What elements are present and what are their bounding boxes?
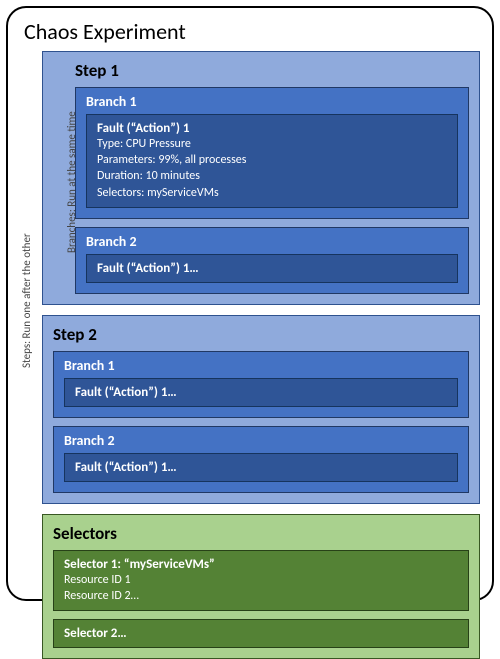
step-title: Step 2	[53, 322, 469, 351]
selector-resource: Resource ID 1	[64, 572, 458, 588]
fault-title: Fault (“Action”) 1	[97, 121, 447, 136]
step-1: Branches: Run at the same time Step 1 Br…	[42, 51, 480, 305]
branches-side-label: Branches: Run at the same time	[65, 72, 78, 292]
fault-title: Fault (“Action”) 1…	[75, 385, 447, 400]
experiment-title: Chaos Experiment	[20, 18, 480, 51]
branch-2: Branch 2 Fault (“Action”) 1…	[53, 426, 469, 493]
selectors-section: Selectors Selector 1: “myServiceVMs” Res…	[42, 514, 480, 659]
step-title: Step 1	[75, 58, 469, 87]
branch-title: Branch 2	[86, 233, 458, 254]
selector-title: Selector 1: “myServiceVMs”	[64, 557, 458, 572]
experiment-frame: Chaos Experiment Steps: Run one after th…	[6, 6, 494, 601]
selectors-title: Selectors	[53, 521, 469, 550]
steps-side-label: Steps: Run one after the other	[20, 201, 33, 401]
fault-selectors: Selectors: myServiceVMs	[97, 185, 447, 201]
branch-1: Branch 1 Fault (“Action”) 1 Type: CPU Pr…	[75, 87, 469, 219]
fault-box: Fault (“Action”) 1…	[64, 378, 458, 407]
selector-title: Selector 2…	[64, 626, 458, 641]
fault-parameters: Parameters: 99%, all processes	[97, 152, 447, 168]
selector-2: Selector 2…	[53, 619, 469, 648]
fault-box: Fault (“Action”) 1 Type: CPU Pressure Pa…	[86, 114, 458, 208]
selector-resource: Resource ID 2…	[64, 588, 458, 604]
fault-box: Fault (“Action”) 1…	[64, 453, 458, 482]
fault-duration: Duration: 10 minutes	[97, 168, 447, 184]
fault-title: Fault (“Action”) 1…	[75, 460, 447, 475]
branch-1: Branch 1 Fault (“Action”) 1…	[53, 351, 469, 418]
branch-title: Branch 1	[86, 93, 458, 114]
branch-title: Branch 1	[64, 357, 458, 378]
selector-1: Selector 1: “myServiceVMs” Resource ID 1…	[53, 550, 469, 611]
steps-region: Steps: Run one after the other Branches:…	[20, 51, 480, 659]
fault-box: Fault (“Action”) 1…	[86, 254, 458, 283]
fault-type: Type: CPU Pressure	[97, 136, 447, 152]
branch-title: Branch 2	[64, 432, 458, 453]
fault-title: Fault (“Action”) 1…	[97, 261, 447, 276]
step-2: Step 2 Branch 1 Fault (“Action”) 1… Bran…	[42, 315, 480, 504]
branch-2: Branch 2 Fault (“Action”) 1…	[75, 227, 469, 294]
